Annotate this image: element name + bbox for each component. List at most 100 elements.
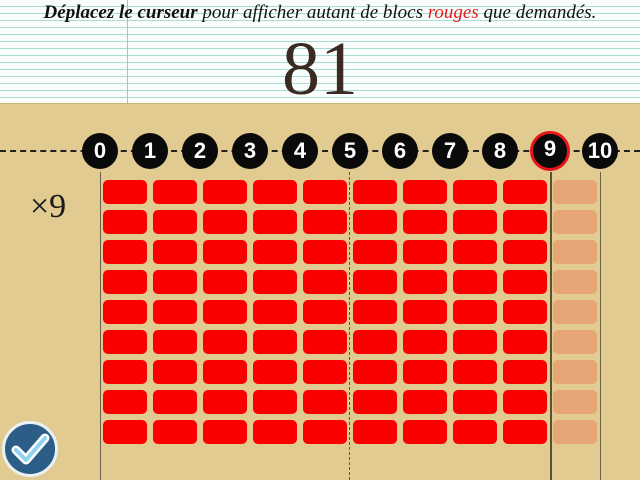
red-block (403, 300, 447, 324)
scale-number-4[interactable]: 4 (282, 133, 318, 169)
red-block (253, 300, 297, 324)
red-block (453, 360, 497, 384)
red-block (353, 420, 397, 444)
red-block (303, 390, 347, 414)
red-block (403, 240, 447, 264)
red-block (303, 360, 347, 384)
red-block (453, 390, 497, 414)
red-block (253, 240, 297, 264)
red-block (503, 300, 547, 324)
ghost-block (553, 270, 597, 294)
scale-number-6[interactable]: 6 (382, 133, 418, 169)
red-block (403, 420, 447, 444)
red-block (103, 300, 147, 324)
red-block (253, 360, 297, 384)
ghost-block (553, 240, 597, 264)
red-block (103, 240, 147, 264)
red-block (353, 300, 397, 324)
validate-button[interactable] (2, 421, 58, 477)
red-block (153, 300, 197, 324)
red-block (353, 270, 397, 294)
red-block (253, 390, 297, 414)
red-block (353, 390, 397, 414)
ghost-block (553, 390, 597, 414)
red-block (103, 390, 147, 414)
red-block (253, 420, 297, 444)
scale-number-2[interactable]: 2 (182, 133, 218, 169)
red-block (153, 210, 197, 234)
instruction-red-word: rouges (427, 2, 479, 23)
red-block (503, 330, 547, 354)
red-block (503, 360, 547, 384)
red-block (303, 180, 347, 204)
scale-number-5[interactable]: 5 (332, 133, 368, 169)
grid-line-cursor (550, 172, 552, 480)
scale-number-0[interactable]: 0 (82, 133, 118, 169)
red-block (253, 330, 297, 354)
red-block (153, 360, 197, 384)
red-block (503, 420, 547, 444)
scale-number-1[interactable]: 1 (132, 133, 168, 169)
red-block (303, 270, 347, 294)
red-block (403, 330, 447, 354)
red-block (403, 390, 447, 414)
red-block (103, 330, 147, 354)
ghost-block (553, 420, 597, 444)
red-block (153, 330, 197, 354)
scale-number-3[interactable]: 3 (232, 133, 268, 169)
red-block (203, 390, 247, 414)
red-block (103, 420, 147, 444)
red-block (103, 180, 147, 204)
ghost-block (553, 330, 597, 354)
red-block (153, 390, 197, 414)
red-block (303, 300, 347, 324)
red-block (503, 180, 547, 204)
red-block (453, 330, 497, 354)
instruction-end: que demandés. (478, 2, 597, 23)
red-block (453, 420, 497, 444)
instruction-text: Déplacez le curseur pour afficher autant… (0, 2, 640, 24)
red-block (303, 210, 347, 234)
grid-line-start (100, 172, 101, 480)
red-block (153, 270, 197, 294)
red-block (203, 210, 247, 234)
scale-number-9[interactable]: 9 (530, 131, 570, 171)
grid-line-end (600, 172, 601, 480)
red-block (203, 270, 247, 294)
red-block (453, 300, 497, 324)
grid-line-middle (349, 172, 351, 480)
red-block (503, 390, 547, 414)
red-block (403, 270, 447, 294)
red-block (453, 180, 497, 204)
ghost-block (553, 300, 597, 324)
red-block (453, 210, 497, 234)
red-block (203, 300, 247, 324)
red-block (403, 180, 447, 204)
red-block (503, 270, 547, 294)
scale-number-10[interactable]: 10 (582, 133, 618, 169)
red-block (353, 240, 397, 264)
red-block (453, 240, 497, 264)
scale-number-8[interactable]: 8 (482, 133, 518, 169)
red-block (303, 240, 347, 264)
red-block (353, 360, 397, 384)
red-block (403, 360, 447, 384)
red-block (303, 330, 347, 354)
red-block (503, 210, 547, 234)
red-block (353, 180, 397, 204)
instruction-bold: Déplacez le curseur (43, 2, 198, 23)
ghost-block (553, 360, 597, 384)
red-block (153, 180, 197, 204)
notebook-paper-header: Déplacez le curseur pour afficher autant… (0, 0, 640, 111)
red-block (353, 330, 397, 354)
red-block (103, 270, 147, 294)
red-block (253, 270, 297, 294)
red-block (203, 180, 247, 204)
red-block (103, 210, 147, 234)
red-block (203, 240, 247, 264)
scale-number-7[interactable]: 7 (432, 133, 468, 169)
result-value: 81 (282, 27, 358, 111)
red-block (353, 210, 397, 234)
red-block (203, 330, 247, 354)
red-block (153, 420, 197, 444)
